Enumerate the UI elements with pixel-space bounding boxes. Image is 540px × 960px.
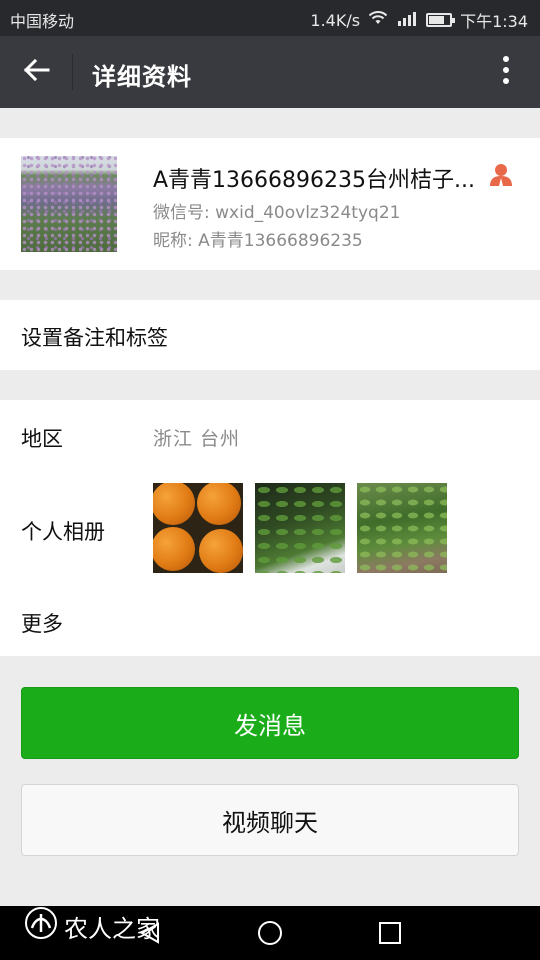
network-speed: 1.4K/s xyxy=(310,10,361,30)
arrow-left-icon xyxy=(22,58,50,86)
more-label[interactable]: 更多 xyxy=(21,608,63,638)
album-photo-oranges[interactable] xyxy=(153,483,243,573)
album-photo-orange-tree[interactable] xyxy=(357,483,447,573)
back-button[interactable] xyxy=(16,54,56,90)
watermark-text: 农人之家 xyxy=(64,914,160,943)
album-label[interactable]: 个人相册 xyxy=(21,516,105,546)
remark-label: 设置备注和标签 xyxy=(21,326,168,350)
clock: 下午1:34 xyxy=(460,12,528,31)
title-bar: 详细资料 xyxy=(0,36,540,108)
watermark: 农人之家 xyxy=(24,906,160,946)
page-title: 详细资料 xyxy=(92,63,192,91)
album-thumbnails[interactable] xyxy=(153,483,447,573)
profile-name: A青青13666896235台州桔子... xyxy=(153,168,475,193)
title-divider xyxy=(72,54,73,90)
watermark-logo-icon xyxy=(24,906,58,946)
video-chat-button[interactable]: 视频聊天 xyxy=(21,784,519,856)
region-label: 地区 xyxy=(21,427,63,451)
avatar[interactable] xyxy=(21,156,117,252)
nav-home-icon[interactable] xyxy=(256,919,284,947)
carrier-label: 中国移动 xyxy=(10,12,75,31)
wechat-id: 微信号: wxid_40ovlz324tyq21 xyxy=(153,203,401,223)
signal-icon xyxy=(396,10,418,30)
send-message-button[interactable]: 发消息 xyxy=(21,687,519,759)
album-photo-seedlings[interactable] xyxy=(255,483,345,573)
more-options-button[interactable] xyxy=(496,54,516,90)
set-remark-and-tags[interactable]: 设置备注和标签 xyxy=(0,300,540,370)
wifi-icon xyxy=(368,10,388,30)
region-value: 浙江 台州 xyxy=(153,428,241,450)
more-vertical-icon xyxy=(502,55,510,89)
contact-person-icon xyxy=(488,162,514,188)
nickname: 昵称: A青青13666896235 xyxy=(153,231,363,251)
status-icons: 1.4K/s 下午1:34 xyxy=(310,8,528,32)
battery-icon xyxy=(426,13,456,27)
nav-recents-icon[interactable] xyxy=(376,919,404,947)
status-bar: 中国移动 1.4K/s 下午1:34 xyxy=(0,0,540,36)
